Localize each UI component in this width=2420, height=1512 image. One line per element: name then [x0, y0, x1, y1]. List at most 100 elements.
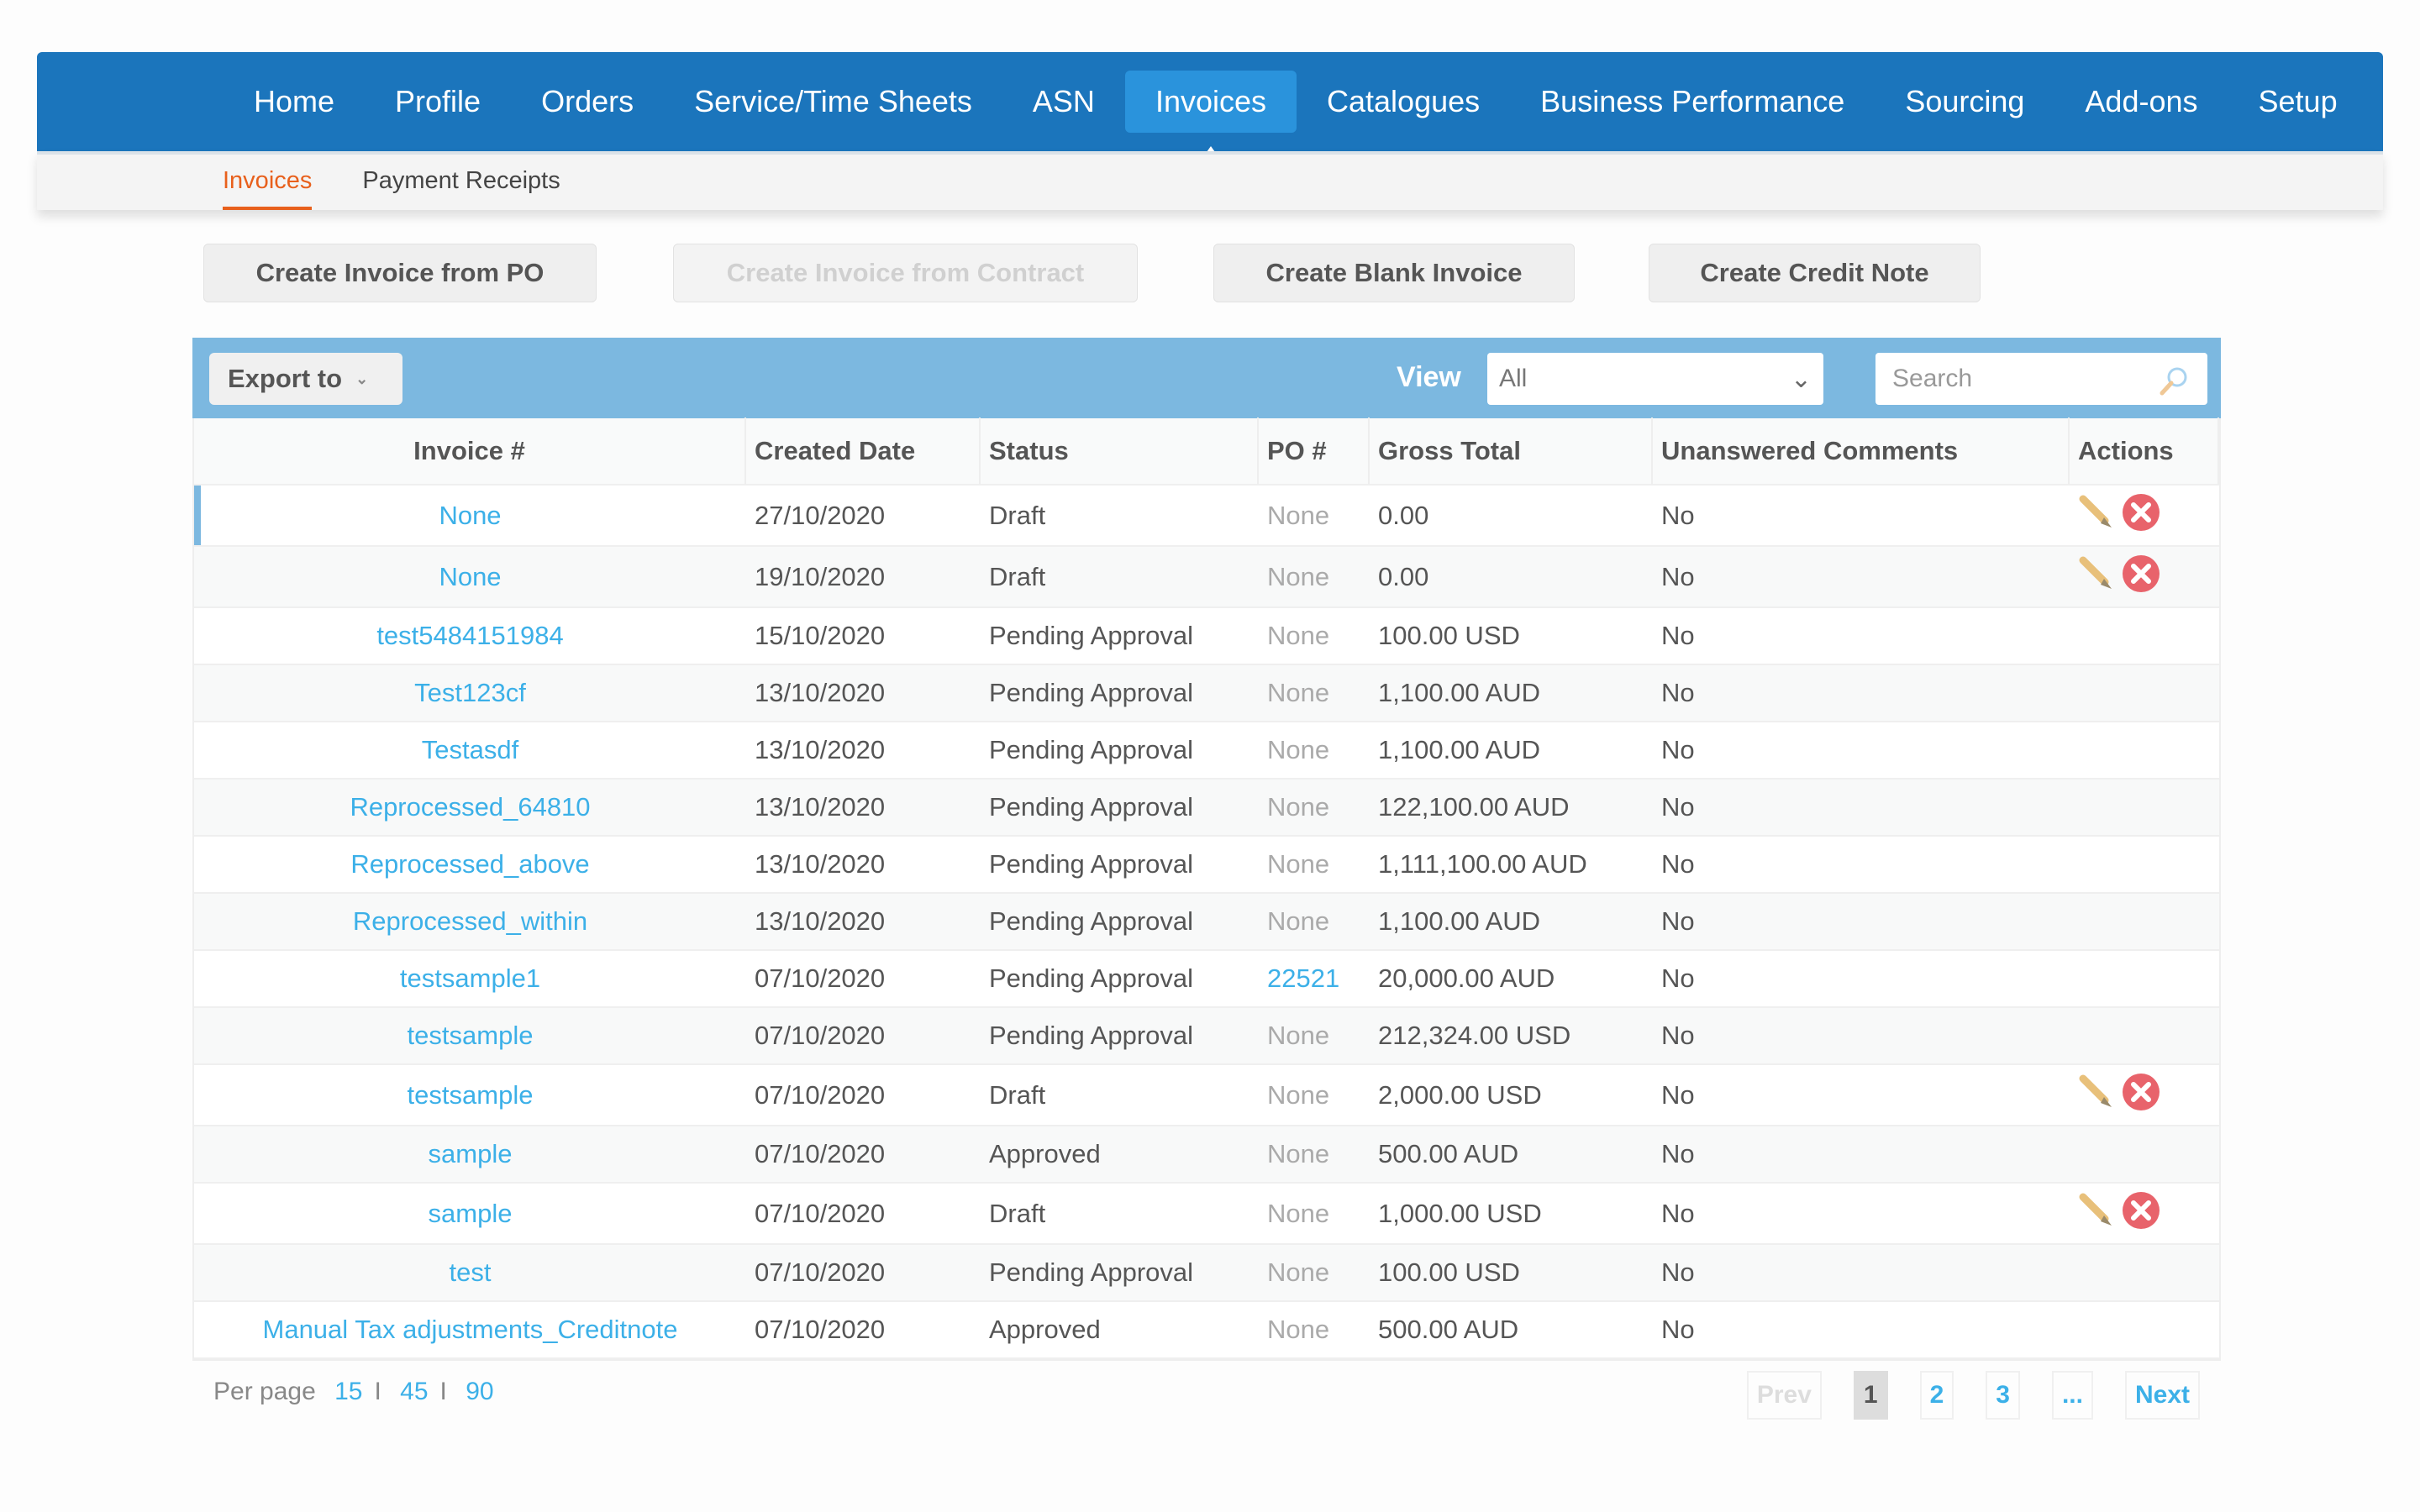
unanswered-comments: No	[1661, 1021, 1695, 1050]
gross-total: 100.00 USD	[1378, 621, 1520, 650]
main-nav: Home Profile Orders Service/Time Sheets ASN I…	[37, 52, 2383, 158]
status: Pending Approval	[989, 1257, 1194, 1287]
created-date: 07/10/2020	[755, 1079, 886, 1110]
table-row[interactable]: test5484151984 15/10/2020 Pending Approval…	[194, 608, 2219, 665]
edit-pencil-icon[interactable]	[2078, 1192, 2115, 1236]
per-page-label: Per page	[213, 1378, 316, 1405]
nav-service-time-sheets[interactable]: Service/Time Sheets	[664, 71, 1002, 133]
invoice-number-link[interactable]: Reprocessed_above	[194, 849, 746, 879]
table-row[interactable]: None 19/10/2020 Draft None 0.00 No	[194, 547, 2219, 608]
invoice-number-link[interactable]: None	[194, 501, 746, 531]
create-credit-note-button[interactable]: Create Credit Note	[1649, 244, 1981, 302]
nav-catalogues[interactable]: Catalogues	[1297, 71, 1510, 133]
unanswered-comments: No	[1661, 561, 1695, 591]
column-header[interactable]: Invoice #	[194, 417, 746, 485]
status: Pending Approval	[989, 906, 1194, 936]
table-row[interactable]: Manual Tax adjustments_Creditnote 07/10/2…	[194, 1302, 2219, 1359]
page-1-button[interactable]: 1	[1853, 1371, 1888, 1420]
table-row[interactable]: testsample 07/10/2020 Draft None 2,000.00 US…	[194, 1065, 2219, 1126]
table-row[interactable]: Testasdf 13/10/2020 Pending Approval None 1,…	[194, 722, 2219, 780]
invoice-number-link[interactable]: test5484151984	[194, 621, 746, 651]
export-to-dropdown[interactable]: Export to ⌄	[209, 353, 402, 405]
more-pages-button[interactable]: ...	[2051, 1371, 2093, 1420]
column-header[interactable]: Unanswered Comments	[1653, 417, 2070, 485]
nav-add-ons[interactable]: Add-ons	[2054, 71, 2228, 133]
column-header[interactable]: Actions	[2070, 417, 2219, 485]
create-blank-invoice-button[interactable]: Create Blank Invoice	[1213, 244, 1575, 302]
page-3-button[interactable]: 3	[1986, 1371, 2020, 1420]
edit-pencil-icon[interactable]	[2078, 494, 2115, 538]
nav-orders[interactable]: Orders	[511, 71, 664, 133]
delete-icon[interactable]	[2122, 1073, 2160, 1118]
subnav-invoices[interactable]: Invoices	[223, 155, 313, 210]
unanswered-comments: No	[1661, 1198, 1695, 1228]
nav-home[interactable]: Home	[224, 71, 365, 133]
invoice-number-link[interactable]: testsample	[194, 1080, 746, 1110]
nav-profile[interactable]: Profile	[365, 71, 511, 133]
delete-icon[interactable]	[2122, 493, 2160, 538]
column-header[interactable]: Status	[981, 417, 1259, 485]
created-date: 19/10/2020	[755, 561, 886, 591]
nav-asn[interactable]: ASN	[1002, 71, 1125, 133]
po-number: None	[1267, 735, 1330, 764]
subnav-payment-receipts[interactable]: Payment Receipts	[362, 155, 560, 210]
per-page-90[interactable]: 90	[466, 1378, 493, 1405]
status: Draft	[989, 1198, 1046, 1228]
invoice-number-link[interactable]: Reprocessed_within	[194, 906, 746, 937]
nav-setup[interactable]: Setup	[2228, 71, 2368, 133]
view-label: View	[1397, 361, 1461, 393]
per-page-45[interactable]: 45	[400, 1378, 428, 1405]
next-page-button[interactable]: Next	[2124, 1371, 2200, 1420]
invoice-number-link[interactable]: testsample1	[194, 963, 746, 994]
table-row[interactable]: Reprocessed_above 13/10/2020 Pending Appro…	[194, 837, 2219, 894]
gross-total: 212,324.00 USD	[1378, 1021, 1571, 1050]
unanswered-comments: No	[1661, 1257, 1695, 1287]
invoice-number-link[interactable]: testsample	[194, 1021, 746, 1051]
gross-total: 122,100.00 AUD	[1378, 792, 1570, 822]
table-row[interactable]: sample 07/10/2020 Approved None 500.00 AUD No	[194, 1126, 2219, 1184]
column-header[interactable]: Gross Total	[1370, 417, 1653, 485]
unanswered-comments: No	[1661, 963, 1695, 993]
table-row[interactable]: Reprocessed_64810 13/10/2020 Pending Appro…	[194, 780, 2219, 837]
column-header[interactable]: PO #	[1259, 417, 1370, 485]
search-icon[interactable]	[2157, 365, 2191, 398]
search-input[interactable]: Search	[1876, 353, 2207, 405]
table-row[interactable]: testsample 07/10/2020 Pending Approval None…	[194, 1008, 2219, 1065]
table-row[interactable]: Reprocessed_within 13/10/2020 Pending Appr…	[194, 894, 2219, 951]
po-number[interactable]: 22521	[1259, 963, 1370, 994]
gross-total: 1,100.00 AUD	[1378, 906, 1541, 936]
created-date: 07/10/2020	[755, 1257, 886, 1287]
table-row[interactable]: testsample1 07/10/2020 Pending Approval 225…	[194, 951, 2219, 1008]
nav-business-performance[interactable]: Business Performance	[1510, 71, 1875, 133]
invoice-number-link[interactable]: Manual Tax adjustments_Creditnote	[194, 1315, 746, 1345]
invoice-number-link[interactable]: Testasdf	[194, 735, 746, 765]
invoice-number-link[interactable]: None	[194, 562, 746, 592]
created-date: 13/10/2020	[755, 735, 886, 764]
column-header[interactable]: Created Date	[746, 417, 981, 485]
delete-icon[interactable]	[2122, 554, 2160, 600]
nav-invoices[interactable]: Invoices	[1124, 71, 1297, 158]
table-row[interactable]: None 27/10/2020 Draft None 0.00 No	[194, 486, 2219, 547]
table-row[interactable]: sample 07/10/2020 Draft None 1,000.00 USD No	[194, 1184, 2219, 1245]
delete-icon[interactable]	[2122, 1191, 2160, 1236]
nav-sourcing[interactable]: Sourcing	[1875, 71, 2054, 133]
edit-pencil-icon[interactable]	[2078, 555, 2115, 599]
edit-pencil-icon[interactable]	[2078, 1074, 2115, 1117]
per-page-15[interactable]: 15	[334, 1378, 362, 1405]
page-2-button[interactable]: 2	[1919, 1371, 1954, 1420]
status: Pending Approval	[989, 678, 1194, 707]
view-select[interactable]: All ⌄	[1487, 353, 1823, 405]
created-date: 13/10/2020	[755, 792, 886, 822]
unanswered-comments: No	[1661, 906, 1695, 936]
table-row[interactable]: Test123cf 13/10/2020 Pending Approval None 1…	[194, 665, 2219, 722]
invoice-number-link[interactable]: sample	[194, 1139, 746, 1169]
invoice-number-link[interactable]: sample	[194, 1199, 746, 1229]
invoice-number-link[interactable]: Test123cf	[194, 678, 746, 708]
po-number: None	[1267, 621, 1330, 650]
status: Approved	[989, 1315, 1101, 1344]
invoice-number-link[interactable]: Reprocessed_64810	[194, 792, 746, 822]
create-invoice-from-po-button[interactable]: Create Invoice from PO	[203, 244, 597, 302]
table-row[interactable]: test 07/10/2020 Pending Approval None 100.00…	[194, 1245, 2219, 1302]
invoice-number-link[interactable]: test	[194, 1257, 746, 1288]
created-date: 07/10/2020	[755, 1315, 886, 1344]
